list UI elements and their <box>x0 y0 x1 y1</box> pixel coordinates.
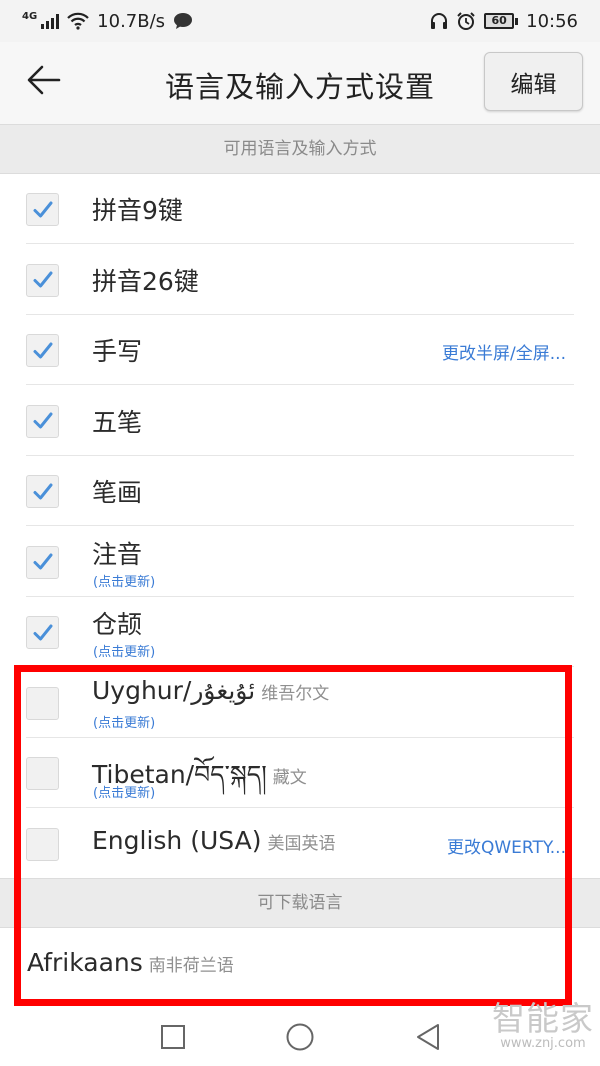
input-method-name: 五笔 <box>92 407 143 437</box>
checkbox[interactable] <box>26 616 59 649</box>
input-method-sub-label: 藏文 <box>272 768 307 788</box>
input-method-name: English (USA) <box>92 825 262 855</box>
input-method-label: 五笔 <box>92 403 142 439</box>
input-method-name: 笔画 <box>92 478 143 507</box>
input-method-row[interactable]: English (USA) 美国英语 更改QWERTY... <box>26 809 574 879</box>
input-method-name: 手写 <box>92 337 143 366</box>
input-method-row[interactable]: 笔画 <box>26 456 574 526</box>
input-method-name: 拼音26键 <box>92 266 199 296</box>
back-nav-button[interactable] <box>413 1022 443 1052</box>
edit-button[interactable]: 编辑 <box>484 52 583 111</box>
row-action-link[interactable]: 更改半屏/全屏... <box>442 339 566 364</box>
checkbox[interactable] <box>26 334 59 367</box>
recent-apps-button[interactable] <box>158 1022 188 1052</box>
input-method-row[interactable]: 注音 (点击更新) <box>26 527 574 597</box>
update-link[interactable]: (点击更新) <box>93 782 155 801</box>
checkbox[interactable] <box>26 263 59 297</box>
language-item-afrikaans[interactable]: Afrikaans 南非荷兰语 <box>27 948 234 977</box>
clock: 10:56 <box>526 10 578 32</box>
row-action-link[interactable]: 更改QWERTY... <box>447 833 566 858</box>
input-method-row[interactable]: 拼音26键 <box>26 245 574 315</box>
message-icon <box>174 13 193 29</box>
input-method-label: 手写 <box>92 332 142 368</box>
input-method-label: English (USA) 美国英语 <box>92 826 335 855</box>
checkbox[interactable] <box>26 757 59 790</box>
input-method-sub-label: 维吾尔文 <box>261 683 330 704</box>
language-label: Afrikaans <box>27 948 143 977</box>
wifi-icon <box>67 12 89 30</box>
input-method-label: 拼音26键 <box>92 262 199 298</box>
app-header: 语言及输入方式设置 编辑 <box>0 42 600 124</box>
checkmark-icon <box>33 483 52 499</box>
checkbox[interactable] <box>26 686 59 720</box>
home-icon <box>286 1023 314 1051</box>
input-method-row[interactable]: 手写 更改半屏/全屏... <box>26 315 574 385</box>
checkmark-icon <box>33 342 52 358</box>
battery-level: 60 <box>484 13 515 29</box>
input-method-sub-label: 美国英语 <box>267 833 336 854</box>
network-type: 4G <box>22 10 38 22</box>
alarm-icon <box>457 12 475 30</box>
input-method-name: Uyghur/ئۇيغۇر <box>92 675 256 705</box>
input-method-row[interactable]: Uyghur/ئۇيغۇر 维吾尔文 (点击更新) <box>26 668 574 738</box>
input-method-name: 仓颉 <box>92 610 143 639</box>
checkmark-icon <box>33 201 52 217</box>
checkbox[interactable] <box>26 827 59 861</box>
input-method-name: 注音 <box>92 539 143 569</box>
input-method-row[interactable]: 拼音9键 <box>26 174 574 244</box>
status-left: 4G 10.7B/s <box>22 11 193 32</box>
battery-icon: 60 <box>484 13 519 29</box>
checkmark-icon <box>33 624 52 640</box>
update-link[interactable]: (点击更新) <box>93 571 155 590</box>
headphones-icon <box>431 13 448 29</box>
input-method-label: 注音 <box>92 535 142 571</box>
input-method-label: 拼音9键 <box>92 191 183 227</box>
status-right: 60 10:56 <box>430 11 578 32</box>
available-section-header: 可用语言及输入方式 <box>0 124 600 174</box>
back-triangle-icon <box>417 1024 439 1050</box>
checkmark-icon <box>33 412 52 429</box>
update-link[interactable]: (点击更新) <box>93 641 155 660</box>
checkbox[interactable] <box>26 545 59 579</box>
input-method-name: 拼音9键 <box>92 196 183 225</box>
input-method-row[interactable]: Tibetan/བོད་སྐད། 藏文 (点击更新) <box>26 738 574 808</box>
signal-icon <box>41 13 60 29</box>
input-method-row[interactable]: 仓颉 (点击更新) <box>26 597 574 667</box>
home-button[interactable] <box>285 1022 315 1052</box>
checkbox[interactable] <box>26 193 59 226</box>
status-bar: 4G 10.7B/s 60 10:56 <box>0 0 600 42</box>
checkbox[interactable] <box>26 475 59 508</box>
input-method-row[interactable]: 五笔 <box>26 386 574 456</box>
navigation-bar <box>0 1006 600 1066</box>
checkbox[interactable] <box>26 404 59 438</box>
input-method-label: 仓颉 <box>92 605 142 641</box>
recent-apps-icon <box>161 1025 185 1049</box>
update-link[interactable]: (点击更新) <box>93 712 155 731</box>
language-sub-label: 南非荷兰语 <box>148 956 234 976</box>
checkmark-icon <box>33 271 52 288</box>
network-speed: 10.7B/s <box>97 10 166 32</box>
download-section-header: 可下载语言 <box>0 878 600 928</box>
input-method-label: Uyghur/ئۇيغۇر 维吾尔文 <box>92 676 329 705</box>
checkmark-icon <box>33 553 52 570</box>
input-method-label: 笔画 <box>92 473 142 509</box>
